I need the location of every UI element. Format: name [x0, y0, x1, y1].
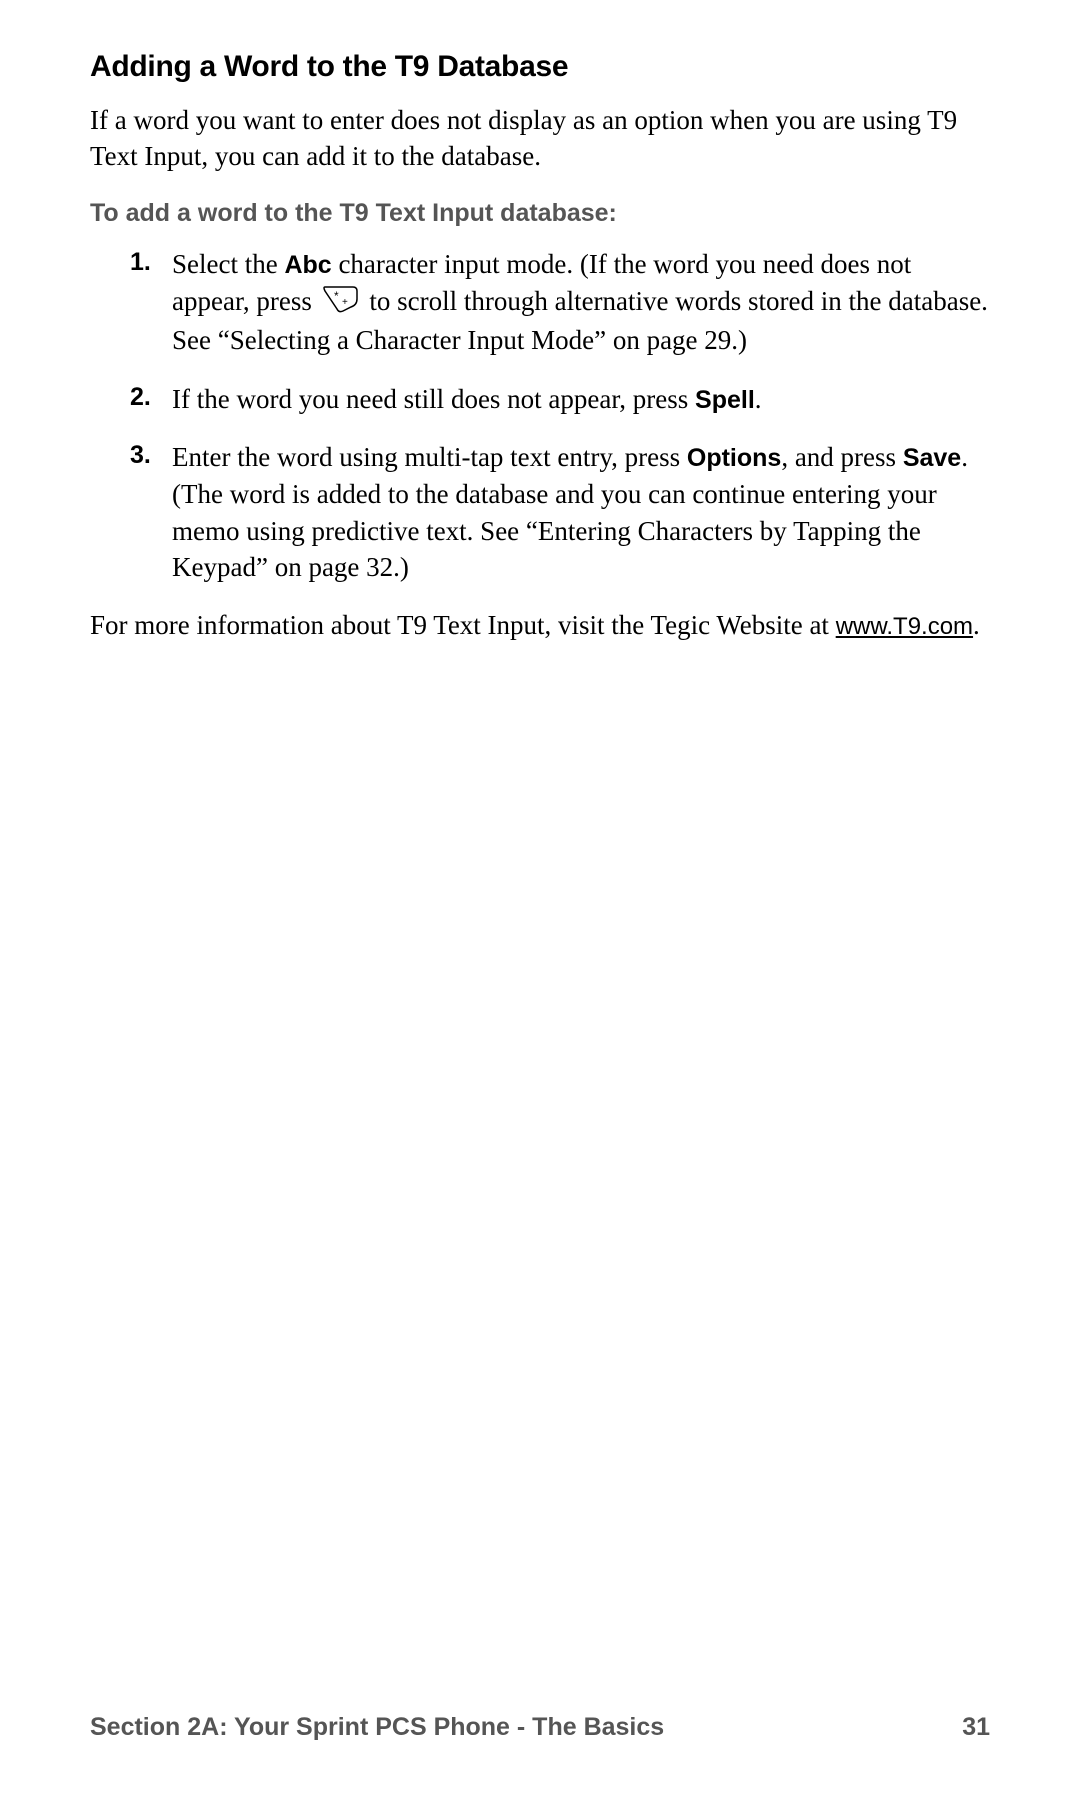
- section-heading: Adding a Word to the T9 Database: [90, 50, 990, 84]
- intro-paragraph: If a word you want to enter does not dis…: [90, 102, 990, 175]
- more-text: .: [973, 610, 980, 640]
- footer-page-number: 31: [962, 1713, 990, 1742]
- t9-website-link[interactable]: www.T9.com: [836, 613, 973, 640]
- svg-text:+: +: [342, 297, 348, 308]
- step-number: 1.: [130, 246, 151, 280]
- footer-section-label: Section 2A: Your Sprint PCS Phone - The …: [90, 1713, 664, 1742]
- procedure-subheading: To add a word to the T9 Text Input datab…: [90, 199, 990, 228]
- step-1: 1. Select the Abc character input mode. …: [130, 246, 990, 359]
- bold-abc: Abc: [284, 251, 331, 279]
- step-text: Select the: [172, 249, 284, 279]
- steps-list: 1. Select the Abc character input mode. …: [90, 246, 990, 586]
- step-text: , and press: [781, 442, 902, 472]
- bold-options: Options: [687, 444, 781, 472]
- step-text: Enter the word using multi-tap text entr…: [172, 442, 687, 472]
- step-number: 3.: [130, 439, 151, 473]
- more-text: For more information about T9 Text Input…: [90, 610, 836, 640]
- star-key-icon: *+: [323, 285, 359, 322]
- bold-spell: Spell: [695, 386, 755, 414]
- page-footer: Section 2A: Your Sprint PCS Phone - The …: [90, 1713, 990, 1742]
- step-text: .: [755, 384, 762, 414]
- bold-save: Save: [903, 444, 961, 472]
- svg-text:*: *: [334, 289, 339, 303]
- step-text: If the word you need still does not appe…: [172, 384, 695, 414]
- step-2: 2. If the word you need still does not a…: [130, 381, 990, 418]
- more-info-paragraph: For more information about T9 Text Input…: [90, 607, 990, 643]
- step-3: 3. Enter the word using multi-tap text e…: [130, 439, 990, 585]
- step-number: 2.: [130, 381, 151, 415]
